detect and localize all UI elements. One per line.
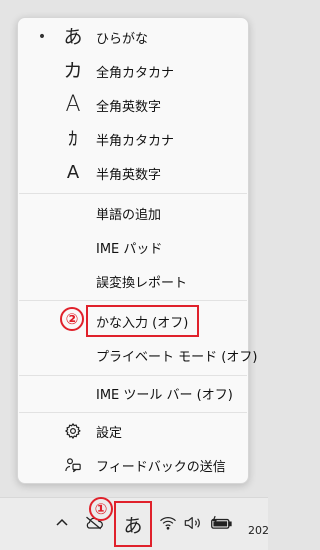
- menu-item-ime-pad[interactable]: IME パッド: [22, 232, 244, 262]
- step-1-marker: ①: [89, 497, 113, 521]
- menu-item-label: 設定: [96, 425, 123, 441]
- menu-separator: [19, 300, 247, 301]
- menu-item-label: 単語の追加: [96, 207, 162, 223]
- menu-item-hiragana[interactable]: • あ ひらがな: [22, 22, 244, 52]
- menu-item-label: ひらがな: [96, 31, 149, 47]
- menu-item-send-feedback[interactable]: フィードバックの送信: [22, 450, 244, 480]
- volume-icon[interactable]: [182, 514, 204, 532]
- fullwidth-katakana-icon: カ: [63, 59, 83, 82]
- gear-icon: [60, 418, 86, 444]
- menu-item-halfwidth-alphanumeric[interactable]: A 半角英数字: [22, 158, 244, 188]
- menu-separator: [19, 375, 247, 376]
- menu-item-label: プライベート モード (オフ): [96, 349, 258, 365]
- menu-item-fullwidth-alphanumeric[interactable]: A 全角英数字: [22, 90, 244, 120]
- menu-item-label: 誤変換レポート: [96, 275, 188, 291]
- menu-item-ime-toolbar[interactable]: IME ツール バー (オフ): [22, 378, 244, 408]
- battery-charging-icon[interactable]: [209, 513, 235, 533]
- menu-item-label: 全角カタカナ: [96, 65, 175, 81]
- menu-item-label: 半角英数字: [96, 167, 162, 183]
- menu-item-kana-input[interactable]: かな入力 (オフ): [22, 306, 244, 336]
- taskbar-clock[interactable]: 202: [248, 524, 269, 537]
- menu-item-label: IME パッド: [96, 241, 163, 257]
- menu-item-label: 全角英数字: [96, 99, 162, 115]
- step-2-marker: ②: [60, 307, 84, 331]
- menu-item-label: IME ツール バー (オフ): [96, 387, 233, 403]
- hiragana-icon: あ: [63, 25, 83, 48]
- menu-item-halfwidth-katakana[interactable]: ｶ 半角カタカナ: [22, 124, 244, 154]
- ime-context-menu: • あ ひらがな カ 全角カタカナ A 全角英数字 ｶ 半角カタカナ A 半角英…: [17, 17, 257, 484]
- menu-item-settings[interactable]: 設定: [22, 416, 244, 446]
- menu-item-add-word[interactable]: 単語の追加: [22, 198, 244, 228]
- menu-item-fullwidth-katakana[interactable]: カ 全角カタカナ: [22, 56, 244, 86]
- show-hidden-icons-chevron-icon[interactable]: [54, 512, 70, 532]
- fullwidth-alphanumeric-icon: A: [65, 92, 81, 117]
- menu-item-private-mode[interactable]: プライベート モード (オフ): [22, 340, 257, 370]
- wifi-icon[interactable]: [158, 514, 178, 532]
- menu-separator: [19, 412, 247, 413]
- halfwidth-alphanumeric-icon: A: [66, 162, 80, 183]
- selected-bullet: •: [37, 29, 47, 45]
- menu-item-label: フィードバックの送信: [96, 459, 226, 475]
- menu-separator: [19, 193, 247, 194]
- feedback-icon: [60, 452, 86, 478]
- ime-indicator-button[interactable]: あ: [117, 510, 149, 538]
- halfwidth-katakana-icon: ｶ: [68, 127, 78, 150]
- menu-item-label: 半角カタカナ: [96, 133, 175, 149]
- menu-item-conversion-report[interactable]: 誤変換レポート: [22, 266, 244, 296]
- menu-item-label: かな入力 (オフ): [96, 315, 189, 331]
